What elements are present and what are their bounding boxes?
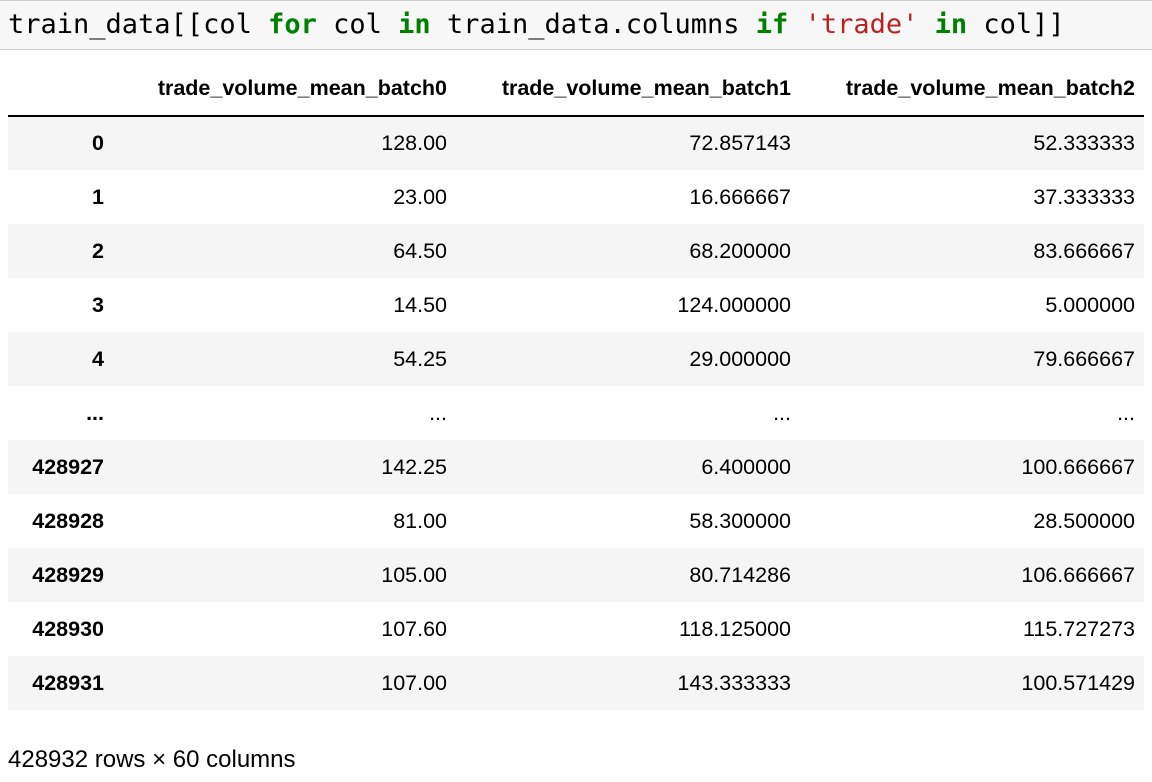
table-cell: 107.60 [381,616,447,641]
code-keyword: if [755,9,789,40]
output-area: trade_volume_mean_batch0 trade_volume_me… [8,62,1144,710]
row-index: 2 [92,238,104,263]
table-cell: 106.666667 [1021,562,1135,587]
table-cell: 64.50 [393,238,447,263]
code-text: train_data.columns [430,9,756,40]
table-cell: ... [1117,400,1135,425]
table-row: 0 128.00 72.857143 52.333333 [8,116,1144,170]
table-row: ............ [8,386,1144,440]
dataframe-table: trade_volume_mean_batch0 trade_volume_me… [8,62,1144,710]
table-row: 4 54.25 29.000000 79.666667 [8,332,1144,386]
table-cell: 23.00 [393,184,447,209]
table-cell: 118.125000 [679,616,791,641]
table-cell: 54.25 [393,346,447,371]
row-index: 428930 [32,616,104,641]
table-cell: 100.571429 [1021,670,1135,695]
table-cell: 68.200000 [689,238,791,263]
code-text: train_data[[col [8,9,269,40]
table-cell: 128.00 [381,131,447,155]
table-cell: 142.25 [381,454,447,479]
table-cell: 83.666667 [1033,238,1135,263]
code-string: 'trade' [804,9,919,40]
column-header: trade_volume_mean_batch2 [800,62,1144,117]
column-header: trade_volume_mean_batch0 [112,62,456,117]
table-row: 3 14.50 124.000000 5.000000 [8,278,1144,332]
dataframe-shape-text: 428932 rows × 60 columns [8,746,296,773]
table-cell: 105.00 [381,562,447,587]
table-cell: 14.50 [393,292,447,317]
code-keyword: in [398,9,431,40]
code-cell-input[interactable]: train_data[[col for col in train_data.co… [0,0,1152,50]
table-row: 428930 107.60 118.125000 115.727273 [8,602,1144,656]
table-row: 428927 142.25 6.400000 100.666667 [8,440,1144,494]
header-row: trade_volume_mean_batch0 trade_volume_me… [8,62,1144,117]
row-index: 428927 [32,454,104,479]
row-index: 4 [92,346,104,371]
row-index: 1 [92,184,104,209]
table-cell: 58.300000 [689,508,791,533]
table-row: 428931 107.00 143.333333 100.571429 [8,656,1144,710]
table-cell: 29.000000 [689,346,791,371]
row-index: ... [86,400,104,425]
table-cell: 16.666667 [689,184,791,209]
table-row: 428929 105.00 80.714286 106.666667 [8,548,1144,602]
table-cell: 80.714286 [689,562,791,587]
table-cell: 143.333333 [677,670,791,695]
table-row: 2 64.50 68.200000 83.666667 [8,224,1144,278]
table-cell: 124.000000 [677,292,791,317]
table-cell: 5.000000 [1045,292,1135,317]
code-text: col]] [967,9,1065,40]
table-cell: 81.00 [393,508,447,533]
table-cell: 100.666667 [1021,454,1135,479]
table-cell: 37.333333 [1033,184,1135,209]
table-cell: ... [429,400,447,425]
row-index: 428928 [32,508,104,533]
row-index: 428931 [32,670,104,695]
table-cell: 107.00 [381,670,447,695]
table-cell: 52.333333 [1033,131,1135,155]
table-cell: 115.727273 [1023,616,1135,641]
code-keyword: in [934,9,968,40]
code-text: col [316,9,399,40]
table-cell: ... [773,400,791,425]
table-body: 0 128.00 72.857143 52.333333 1 23.00 16.666667… [8,116,1144,710]
table-cell: 72.857143 [689,131,791,155]
table-cell: 6.400000 [701,454,791,479]
table-cell: 28.500000 [1033,508,1135,533]
table-row: 1 23.00 16.666667 37.333333 [8,170,1144,224]
index-header [8,62,112,117]
code-keyword: for [268,9,317,40]
row-index: 3 [92,292,104,317]
table-row: 428928 81.00 58.300000 28.500000 [8,494,1144,548]
table-cell: 79.666667 [1033,346,1135,371]
column-header: trade_volume_mean_batch1 [456,62,800,117]
row-index: 428929 [32,562,104,587]
row-index: 0 [92,131,104,155]
